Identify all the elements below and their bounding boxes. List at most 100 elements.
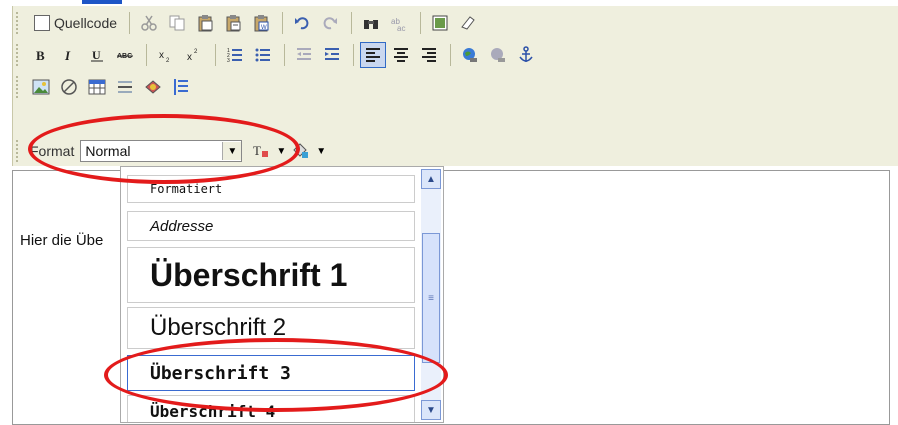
- text-color-chevron-icon[interactable]: ▼: [276, 146, 286, 157]
- indent-button[interactable]: [319, 42, 345, 68]
- undo-button[interactable]: [289, 10, 315, 36]
- toolbar-grip: [16, 44, 22, 66]
- page-break-button[interactable]: [168, 74, 194, 100]
- toolbar-separator: [215, 44, 216, 66]
- toolbar-separator: [146, 44, 147, 66]
- source-button[interactable]: Quellcode: [28, 11, 123, 35]
- smiley-button[interactable]: [140, 74, 166, 100]
- superscript-button[interactable]: x2: [181, 42, 207, 68]
- undo-icon: [295, 17, 309, 30]
- toolbar-separator: [282, 12, 284, 34]
- copy-button[interactable]: [164, 10, 190, 36]
- flash-icon: [61, 79, 77, 95]
- scissors-icon: [141, 15, 157, 31]
- dropdown-item-formatiert[interactable]: Formatiert: [127, 175, 415, 203]
- svg-text:3: 3: [227, 58, 230, 64]
- dropdown-item-addresse[interactable]: Addresse: [127, 211, 415, 241]
- scroll-down-icon[interactable]: ▼: [421, 400, 441, 420]
- bullet-list-button[interactable]: [250, 42, 276, 68]
- select-all-button[interactable]: [427, 10, 453, 36]
- editor-text: Hier die Übe: [20, 232, 104, 249]
- numbered-list-icon: 123: [227, 48, 242, 64]
- subscript-icon: x2: [159, 50, 170, 64]
- toolbar-separator: [284, 44, 285, 66]
- format-select-value: Normal: [85, 143, 131, 159]
- paste-word-button[interactable]: W: [248, 10, 274, 36]
- horizontal-rule-icon: [118, 81, 132, 93]
- toolbar-grip: [16, 76, 22, 98]
- format-select[interactable]: Normal ▼: [80, 140, 243, 162]
- redo-icon: [323, 17, 338, 30]
- scrollbar-thumb[interactable]: ≡: [422, 233, 440, 363]
- color-buttons: T ▼ ▼: [252, 142, 326, 160]
- strikethrough-button[interactable]: ABC: [112, 42, 138, 68]
- bold-icon: B: [36, 48, 45, 63]
- svg-text:2: 2: [166, 58, 170, 64]
- align-left-button[interactable]: [360, 42, 386, 68]
- page-break-icon: [174, 79, 188, 95]
- svg-text:2: 2: [194, 49, 198, 55]
- image-button[interactable]: [28, 74, 54, 100]
- link-button[interactable]: [457, 42, 483, 68]
- title-fragment: [82, 0, 122, 4]
- special-char-icon: [145, 80, 161, 94]
- svg-text:I: I: [64, 48, 71, 63]
- redo-button[interactable]: [317, 10, 343, 36]
- toolbar-separator: [351, 12, 353, 34]
- dropdown-item-ueberschrift-2[interactable]: Überschrift 2: [127, 307, 415, 349]
- numbered-list-button[interactable]: 123: [222, 42, 248, 68]
- clipboard-word-icon: W: [254, 15, 269, 32]
- cut-button[interactable]: [136, 10, 162, 36]
- horizontal-rule-button[interactable]: [112, 74, 138, 100]
- indent-icon: [325, 48, 339, 60]
- find-button[interactable]: [358, 10, 384, 36]
- format-dropdown: Formatiert Addresse Überschrift 1 Übersc…: [120, 166, 444, 423]
- replace-button[interactable]: ab ac: [386, 10, 412, 36]
- svg-text:ac: ac: [397, 24, 405, 32]
- remove-format-button[interactable]: [455, 10, 481, 36]
- dropdown-item-ueberschrift-1[interactable]: Überschrift 1: [127, 247, 415, 303]
- dropdown-item-ueberschrift-4[interactable]: Überschrift 4: [127, 395, 415, 422]
- binoculars-icon: [364, 20, 379, 29]
- outdent-button[interactable]: [291, 42, 317, 68]
- replace-icon: abac: [391, 17, 405, 32]
- scroll-up-icon[interactable]: ▲: [421, 169, 441, 189]
- paste-button[interactable]: [192, 10, 218, 36]
- svg-text:x: x: [187, 52, 192, 63]
- svg-text:x: x: [159, 50, 164, 61]
- anchor-icon: [519, 46, 533, 62]
- align-right-icon: [422, 48, 436, 62]
- chevron-down-icon[interactable]: ▼: [222, 142, 242, 160]
- underline-button[interactable]: U: [84, 42, 110, 68]
- paste-text-button[interactable]: [220, 10, 246, 36]
- toolbar-row-1: Quellcode W ab ac: [16, 8, 483, 38]
- table-button[interactable]: [84, 74, 110, 100]
- toolbar-grip: [16, 12, 22, 34]
- align-right-button[interactable]: [416, 42, 442, 68]
- svg-text:U: U: [92, 48, 101, 62]
- dropdown-scrollbar[interactable]: ▲ ≡ ▼: [421, 169, 441, 420]
- underline-icon: U: [91, 48, 103, 62]
- copy-icon: [169, 15, 185, 31]
- background-color-chevron-icon[interactable]: ▼: [316, 146, 326, 157]
- strikethrough-icon: ABC: [117, 53, 133, 60]
- clipboard-icon: [198, 15, 213, 32]
- unlink-icon: [491, 48, 505, 62]
- text-color-icon[interactable]: T: [252, 142, 270, 160]
- toolbar-separator: [420, 12, 422, 34]
- image-icon: [32, 79, 50, 95]
- toolbar-row-2: B I U ABC x2 x2 123: [16, 40, 541, 70]
- align-center-icon: [394, 48, 408, 62]
- anchor-button[interactable]: [513, 42, 539, 68]
- subscript-button[interactable]: x2: [153, 42, 179, 68]
- flash-button[interactable]: [56, 74, 82, 100]
- dropdown-item-ueberschrift-3[interactable]: Überschrift 3: [127, 355, 415, 391]
- superscript-icon: x2: [187, 49, 198, 63]
- outdent-icon: [297, 48, 311, 60]
- toolbar-separator: [450, 44, 451, 66]
- align-center-button[interactable]: [388, 42, 414, 68]
- bold-button[interactable]: B: [28, 42, 54, 68]
- background-color-icon[interactable]: [292, 142, 310, 160]
- unlink-button[interactable]: [485, 42, 511, 68]
- italic-button[interactable]: I: [56, 42, 82, 68]
